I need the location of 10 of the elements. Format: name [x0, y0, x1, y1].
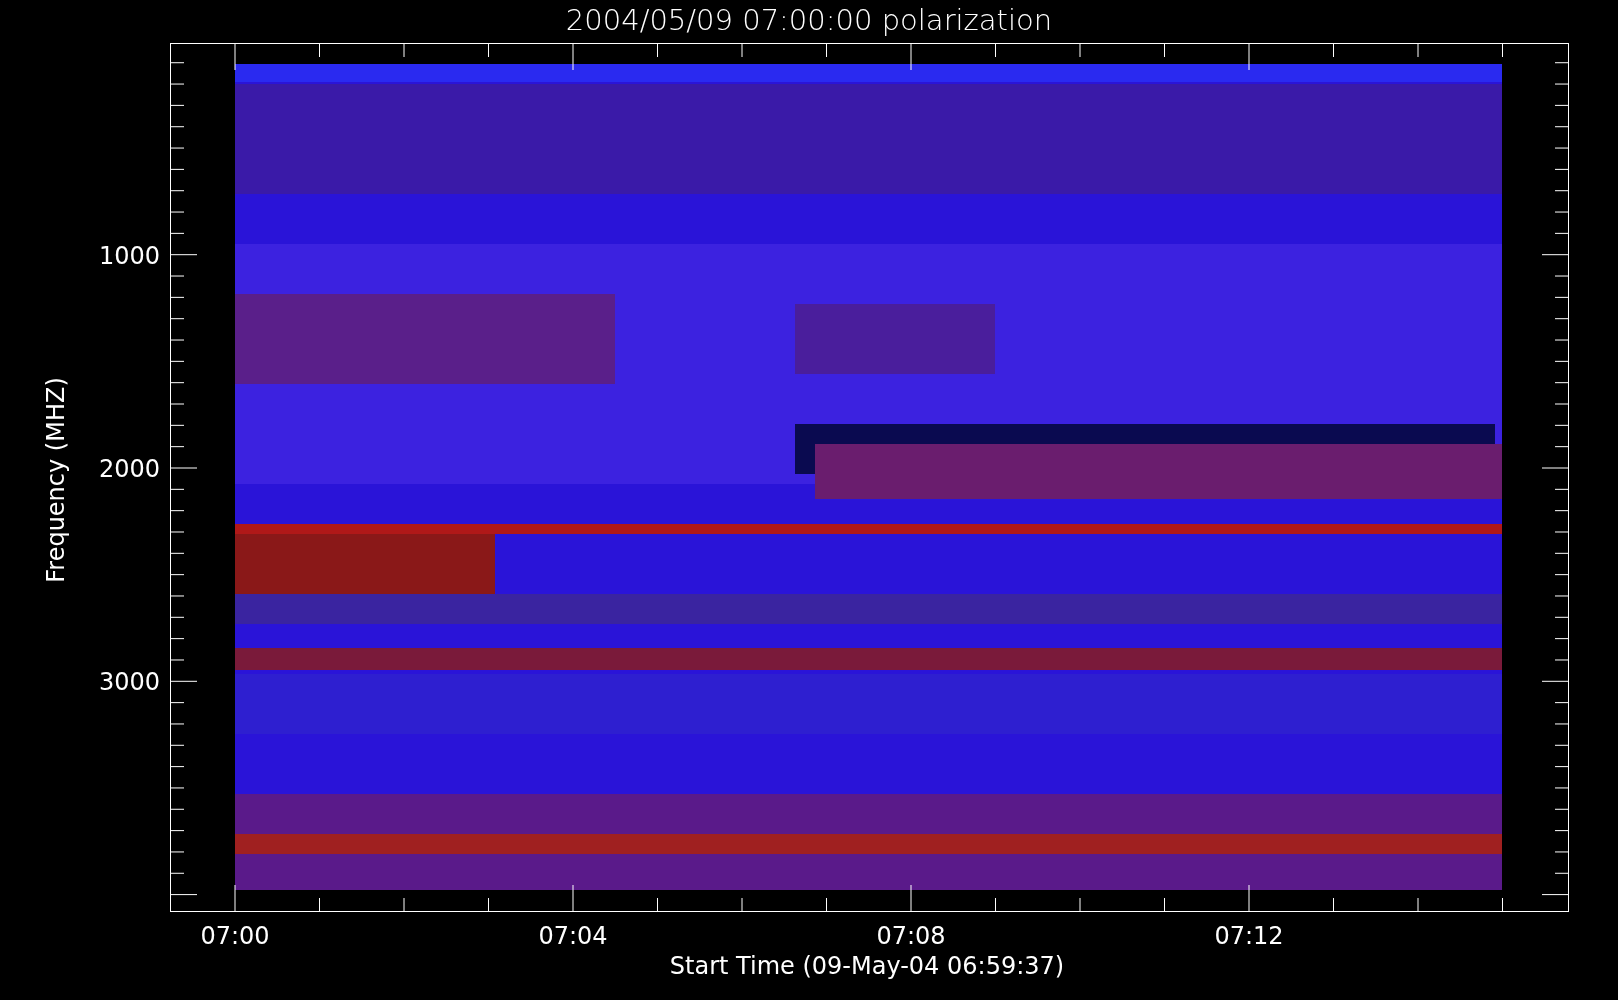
tick-label: 07:12 — [1214, 922, 1284, 950]
tick-label: 1000 — [98, 241, 160, 270]
tick-label: 07:00 — [200, 922, 270, 950]
tick-label: 2000 — [98, 455, 160, 483]
tick-label: 07:04 — [538, 922, 608, 950]
tick-label: 07:08 — [876, 922, 946, 950]
x-axis-title: Start Time (09-May-04 06:59:37) — [669, 952, 1065, 980]
chart-title: 2004/05/09 07:00:00 polarization — [565, 3, 1053, 37]
y-axis-title: Frequency (MHZ) — [42, 377, 70, 583]
tick-label: 3000 — [98, 668, 160, 697]
